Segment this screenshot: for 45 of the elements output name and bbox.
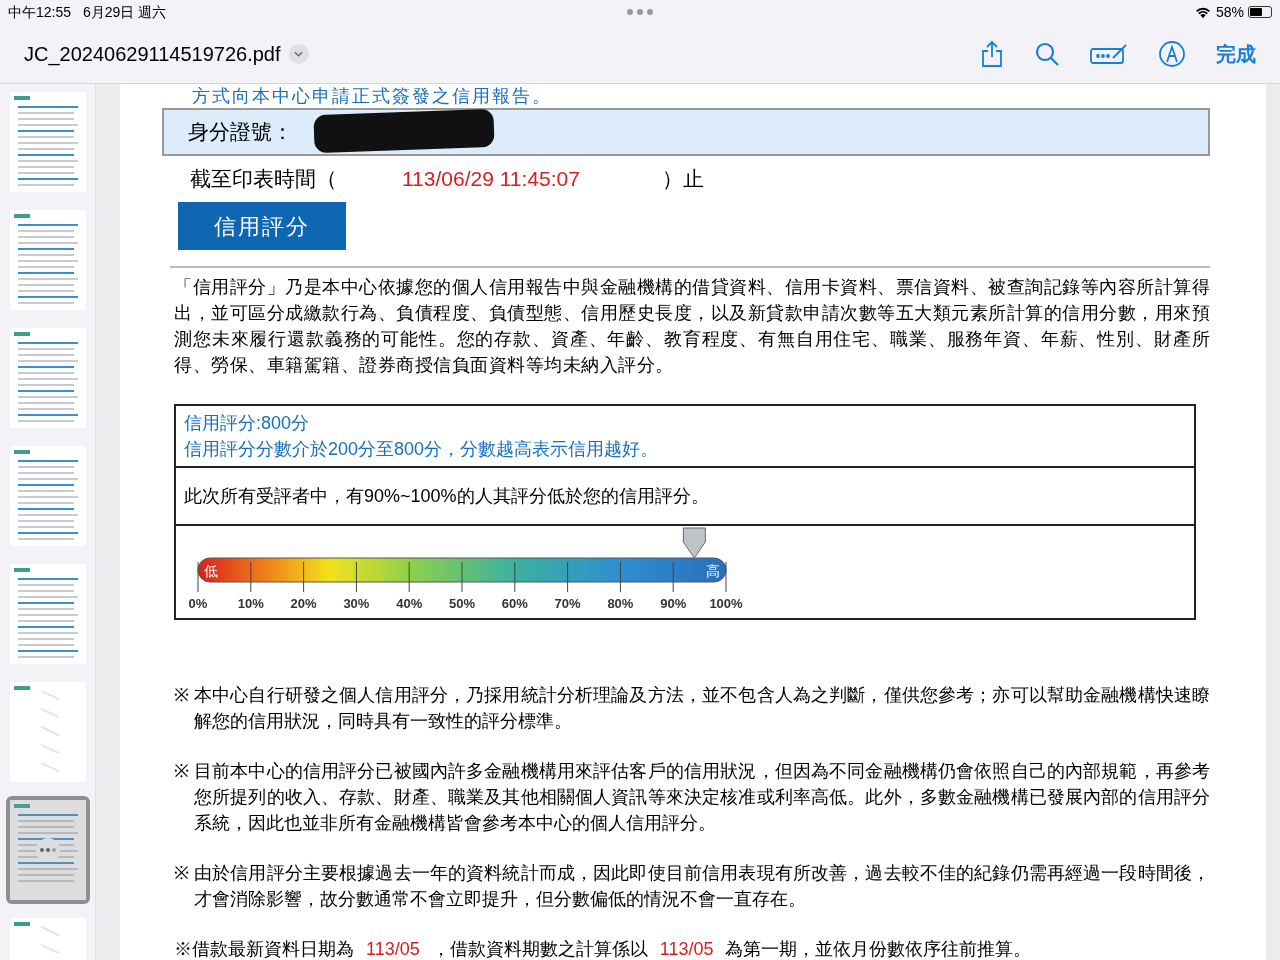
note-text: 目前本中心的信用評分已被國內許多金融機構用來評估客戶的信用狀況，但因為不同金融機構仍會依照自己的內部規範，再參考您所提列的收入、存款、財產、職業及其他相關個人資訊等來決定核准或利率高低。此外，多數金融機構已發展內部的信用評分系統，因此也並非所有金融機構皆會參考本中心的個人信用評分。 [194,760,1210,835]
battery-percent: 58% [1215,2,1244,22]
search-icon[interactable] [1034,40,1060,67]
share-icon[interactable] [980,39,1004,68]
pointer-icon [682,527,706,559]
tick-label: 0% [188,596,208,611]
note-text: 由於信用評分主要根據過去一年的資料統計而成，因此即使目前信用表現有所改善，過去較不佳的紀錄仍需再經過一段時間後，才會消除影響，故分數通常不會立即提升，但分數偏低的情況不會一直存在。 [194,862,1210,911]
print-time-end: ）止 [662,166,704,193]
loan-date-note: ※借款最新資料日期為 113/05 ，借款資料期數之計算係以 113/05 為第一期，並依月份數依序往前推算。 [174,938,1033,960]
tick-label: 20% [290,596,317,611]
tick-label: 100% [709,596,743,611]
section-title: 信用評分 [178,202,346,250]
file-name: JC_20240629114519726.pdf [24,41,281,68]
tick-label: 30% [343,596,370,611]
done-button[interactable]: 完成 [1216,38,1256,69]
note-mark: ※ [174,684,190,707]
low-label: 低 [204,563,218,579]
markup-icon[interactable] [1090,41,1128,66]
multitasking-dots-icon[interactable] [626,8,654,16]
score-range: 信用評分分數介於200分至800分，分數越高表示信用越好。 [184,438,660,461]
tick-label: 10% [237,596,264,611]
intro-paragraph: 「信用評分」乃是本中心依據您的個人信用報告中與金融機構的借貸資料、信用卡資料、票信資料、被查詢記錄等內容所計算得出，並可區分成繳款行為、負債程度、負債型態、信用歷史長度，以及新貸款申請次數等五大類元素所計算的信用分數，用來預測您未來履行還款義務的可能性。您的存款、資產、年齡、教育程度、有無自用住宅、職業、服務年資、年薪、性別、財產所得、勞保、車籍駕籍、證券商授信負面資料等均未納入評分。 [174,276,1210,377]
battery-icon [1248,6,1272,18]
note-mark: ※ [174,862,190,885]
tick-label: 40% [396,596,423,611]
high-label: 高 [706,563,720,579]
status-time: 中午12:55 [8,2,72,22]
tick-label: 90% [660,596,687,611]
note-text: 本中心自行研發之個人信用評分，乃採用統計分析理論及方法，並不包含人為之判斷，僅供您參考；亦可以幫助金融機構快速瞭解您的信用狀況，同時具有一致性的評分標準。 [194,684,1210,733]
id-label: 身分證號： [188,119,293,146]
cut-text-line: 方式向本中心申請正式簽發之信用報告。 [192,86,552,106]
print-time-label: 截至印表時間（ [190,166,338,193]
tick-label: 50% [449,596,475,611]
status-date: 6月29日 週六 [83,2,167,22]
chevron-down-icon[interactable] [288,43,309,64]
score-value: 信用評分:800分 [184,412,311,435]
page-thumbnail[interactable] [5,796,90,904]
print-time-value: 113/06/29 11:45:07 [402,166,581,193]
pen-circle-icon[interactable] [1158,39,1186,68]
tick-label: 80% [607,596,634,611]
tick-label: 70% [554,596,581,611]
wifi-icon [1193,5,1212,19]
note-mark: ※ [174,760,190,783]
tick-label: 60% [501,596,528,611]
percentile-text: 此次所有受評者中，有90%~100%的人其評分低於您的信用評分。 [184,484,709,508]
